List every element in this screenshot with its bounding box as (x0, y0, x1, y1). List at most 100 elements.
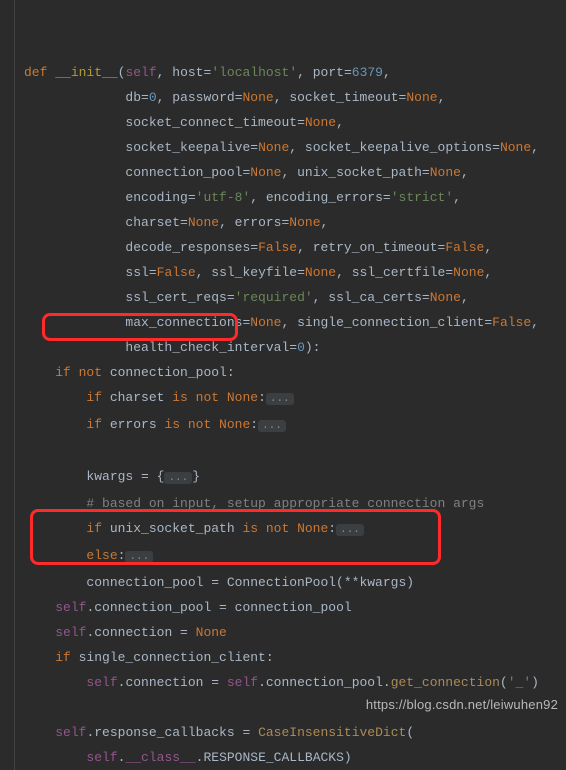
attr: .RESPONSE_CALLBACKS) (196, 750, 352, 765)
param-encoding-errors: encoding_errors (266, 190, 383, 205)
indent (24, 340, 125, 355)
kwargs-line: kwargs = { (24, 469, 164, 484)
indent (24, 365, 55, 380)
indent (24, 417, 86, 432)
kw-if: if (86, 390, 109, 405)
indent (24, 165, 125, 180)
param-max-connections: max_connections (125, 315, 242, 330)
eq: = (141, 90, 149, 105)
unix-socket-path: unix_socket_path (110, 521, 243, 536)
assign-pool: connection_pool = ConnectionPool(**kwarg… (24, 575, 414, 590)
paren: ( (500, 675, 508, 690)
comma: , (438, 90, 446, 105)
single-connection-client: single_connection_client: (79, 650, 274, 665)
comma: , (321, 215, 329, 230)
param-ssl: ssl (125, 265, 148, 280)
none: None (227, 390, 258, 405)
self: self (55, 725, 86, 740)
fold-icon[interactable]: ... (266, 393, 294, 405)
num-0: 0 (297, 340, 305, 355)
indent (24, 90, 125, 105)
kw-is-not: is not (172, 390, 227, 405)
sep: , (289, 140, 305, 155)
none: None (250, 165, 281, 180)
str-utf8: 'utf-8' (196, 190, 251, 205)
eq: = (180, 215, 188, 230)
sep: , (297, 240, 313, 255)
none: None (453, 265, 484, 280)
indent (24, 290, 125, 305)
sep: , (313, 290, 329, 305)
none: None (430, 165, 461, 180)
indent (24, 496, 86, 511)
fold-icon[interactable]: ... (258, 420, 286, 432)
comma: , (336, 115, 344, 130)
param-socket-keepalive: socket_keepalive (125, 140, 250, 155)
indent (24, 600, 55, 615)
kw-if: if (86, 521, 109, 536)
eq: = (250, 140, 258, 155)
none: None (188, 215, 219, 230)
kw-is-not: is not (242, 521, 297, 536)
param-unix-socket-path: unix_socket_path (297, 165, 422, 180)
assign: .response_callbacks = (86, 725, 258, 740)
eq: = (344, 65, 352, 80)
comma: , (484, 265, 492, 280)
kw-else: else (86, 548, 117, 563)
comma: , (461, 165, 469, 180)
connection-pool: connection_pool: (110, 365, 235, 380)
indent (24, 650, 55, 665)
fold-icon[interactable]: ... (164, 472, 192, 484)
errors: errors (110, 417, 165, 432)
dot: . (118, 750, 126, 765)
self: self (55, 600, 86, 615)
eq: = (297, 265, 305, 280)
indent (24, 521, 86, 536)
param-connection-pool: connection_pool (125, 165, 242, 180)
sep: , (281, 165, 297, 180)
param-socket-keepalive-options: socket_keepalive_options (305, 140, 492, 155)
sep: , (157, 65, 173, 80)
eq: = (422, 290, 430, 305)
brace: } (192, 469, 200, 484)
sep: , (219, 215, 235, 230)
param-ssl-cert-reqs: ssl_cert_reqs (125, 290, 226, 305)
none: None (297, 521, 328, 536)
sep: , (250, 190, 266, 205)
str-required: 'required' (235, 290, 313, 305)
class-attr: __class__ (125, 750, 195, 765)
str-localhost: 'localhost' (211, 65, 297, 80)
none: None (243, 90, 274, 105)
eq: = (289, 340, 297, 355)
param-single-connection-client: single_connection_client (297, 315, 484, 330)
attr: .connection_pool. (258, 675, 391, 690)
kw-if: if (86, 417, 109, 432)
param-ssl-certfile: ssl_certfile (352, 265, 446, 280)
eq: = (297, 115, 305, 130)
param-db: db (125, 90, 141, 105)
fold-icon[interactable]: ... (336, 524, 364, 536)
kw-is-not: is not (164, 417, 219, 432)
sep: , (196, 265, 212, 280)
indent (24, 548, 86, 563)
indent (24, 140, 125, 155)
fold-icon[interactable]: ... (125, 551, 153, 563)
none: None (305, 265, 336, 280)
num-6379: 6379 (352, 65, 383, 80)
close: ): (305, 340, 321, 355)
comma: , (531, 140, 539, 155)
indent (24, 240, 125, 255)
eq: = (188, 190, 196, 205)
colon: : (258, 390, 266, 405)
paren: ( (406, 725, 414, 740)
colon: : (328, 521, 336, 536)
eq: = (250, 240, 258, 255)
self: self (55, 625, 86, 640)
false: False (258, 240, 297, 255)
eq: = (492, 140, 500, 155)
comment-line: # based on input, setup appropriate conn… (86, 496, 484, 511)
param-password: password (172, 90, 234, 105)
indent (24, 215, 125, 230)
eq: = (383, 190, 391, 205)
none: None (500, 140, 531, 155)
